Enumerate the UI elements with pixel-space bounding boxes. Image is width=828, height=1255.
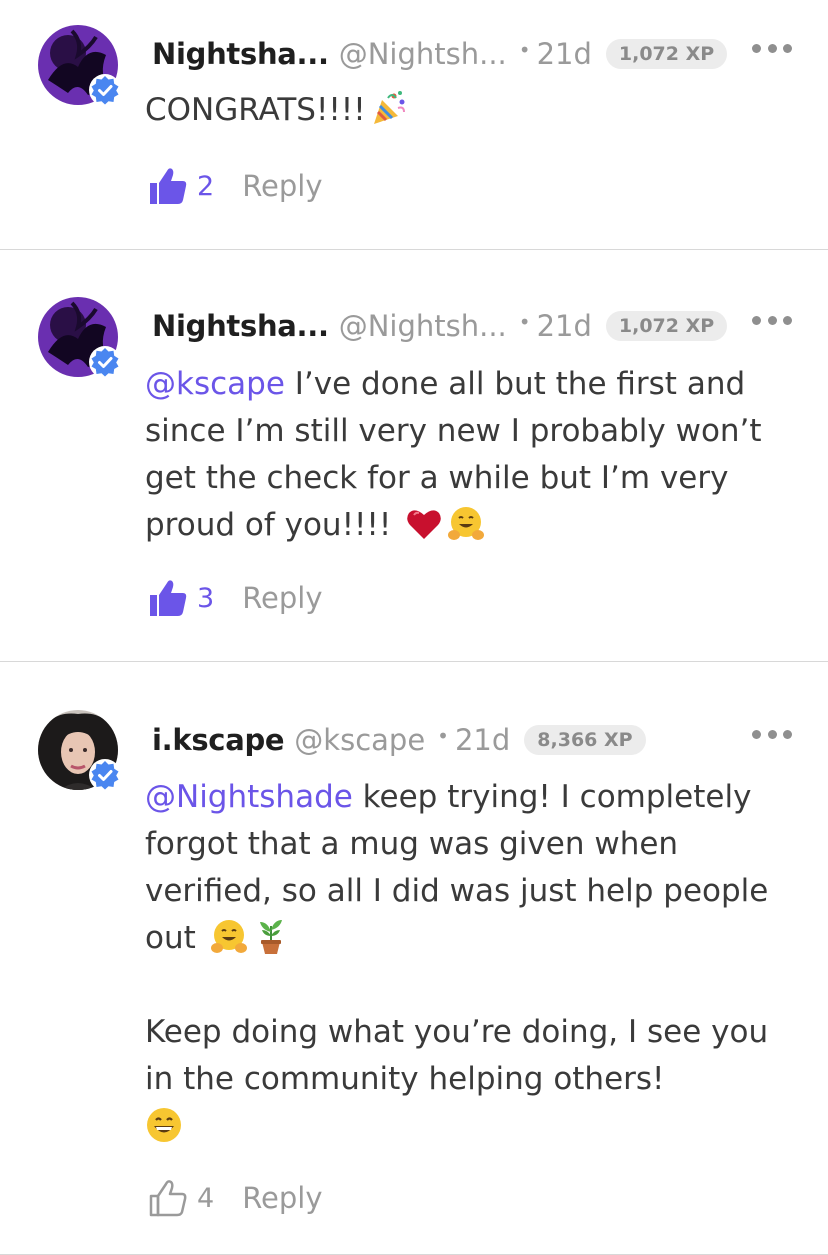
comment-1: Nightsha... @Nightsh... • 21d 1,072 XP C…	[0, 0, 828, 250]
author-name[interactable]: i.kscape	[152, 723, 285, 757]
reply-button[interactable]: Reply	[242, 581, 322, 615]
verified-badge-icon	[88, 73, 122, 107]
like-button[interactable]: 3	[147, 577, 214, 619]
more-options-icon[interactable]	[752, 42, 792, 54]
reply-button[interactable]: Reply	[242, 1181, 322, 1215]
author-name[interactable]: Nightsha...	[152, 37, 329, 71]
red-heart-icon	[405, 505, 443, 543]
avatar[interactable]	[38, 25, 121, 106]
like-button[interactable]: 4	[147, 1177, 214, 1219]
verified-badge-icon	[88, 758, 122, 792]
avatar[interactable]	[38, 297, 121, 378]
comment-actions: 2 Reply	[147, 163, 323, 209]
comment-header: i.kscape @kscape • 21d 8,366 XP	[152, 720, 798, 760]
comment-2: Nightsha... @Nightsh... • 21d 1,072 XP @…	[0, 250, 828, 662]
potted-plant-icon	[252, 918, 290, 956]
timestamp: 21d	[536, 309, 592, 343]
comment-text-paragraph-2: Keep doing what you’re doing, I see you …	[145, 1014, 769, 1097]
hugging-face-icon	[210, 918, 248, 956]
thumbs-up-icon	[150, 580, 187, 616]
like-count: 4	[197, 1182, 215, 1214]
author-handle[interactable]: @kscape	[294, 723, 425, 757]
author-handle[interactable]: @Nightsh...	[339, 309, 507, 343]
like-button[interactable]: 2	[147, 165, 214, 207]
author-handle[interactable]: @Nightsh...	[339, 37, 507, 71]
avatar[interactable]	[38, 710, 121, 791]
comment-body: CONGRATS!!!!	[145, 87, 778, 134]
comment-actions: 3 Reply	[147, 575, 323, 621]
author-name[interactable]: Nightsha...	[152, 309, 329, 343]
reply-button[interactable]: Reply	[242, 169, 322, 203]
grinning-face-icon	[145, 1106, 183, 1144]
verified-badge-icon	[88, 345, 122, 379]
timestamp: 21d	[454, 723, 511, 757]
xp-badge: 1,072 XP	[605, 39, 728, 69]
like-count: 2	[197, 170, 215, 202]
party-popper-icon	[370, 90, 408, 128]
comment-header: Nightsha... @Nightsh... • 21d 1,072 XP	[152, 306, 798, 346]
timestamp: 21d	[536, 37, 592, 71]
comment-actions: 4 Reply	[147, 1175, 323, 1221]
comment-body: @Nightshade keep trying! I completely fo…	[145, 774, 778, 1150]
separator-dot: •	[518, 38, 531, 62]
thumbs-up-icon	[150, 168, 187, 204]
xp-badge: 8,366 XP	[524, 725, 646, 755]
mention-link[interactable]: @kscape	[145, 366, 285, 402]
more-options-icon[interactable]	[752, 314, 792, 326]
thumbs-up-outline-icon	[149, 1180, 187, 1217]
separator-dot: •	[518, 310, 531, 334]
mention-link[interactable]: @Nightshade	[145, 779, 353, 815]
comment-3: i.kscape @kscape • 21d 8,366 XP @Nightsh…	[0, 662, 828, 1255]
xp-badge: 1,072 XP	[605, 311, 728, 341]
comment-body: @kscape I’ve done all but the first and …	[145, 361, 778, 549]
like-count: 3	[197, 582, 215, 614]
comment-header: Nightsha... @Nightsh... • 21d 1,072 XP	[152, 34, 798, 74]
separator-dot: •	[437, 724, 449, 748]
more-options-icon[interactable]	[752, 728, 792, 740]
hugging-face-icon	[447, 505, 485, 543]
comment-text: CONGRATS!!!!	[145, 92, 366, 128]
